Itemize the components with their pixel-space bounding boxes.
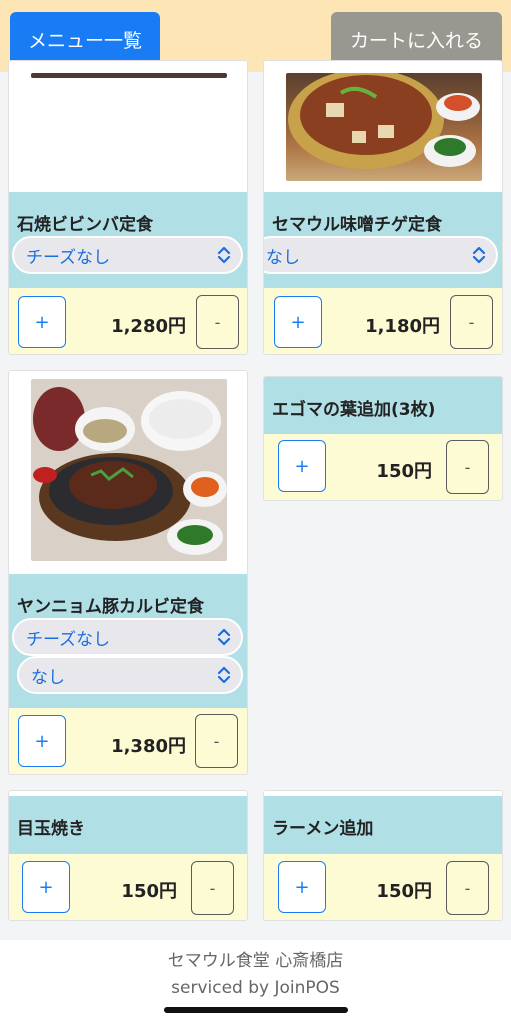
menu-list-button[interactable]: メニュー一覧 <box>10 12 160 66</box>
decrease-quantity-button[interactable]: - <box>196 295 239 349</box>
item-name-area: セマウル味噌チゲ定食 なし <box>264 192 502 288</box>
item-price: 1,380円 <box>111 736 186 757</box>
item-price: 1,280円 <box>111 316 186 337</box>
price-area: + 150円 - <box>264 854 502 920</box>
decrease-quantity-button[interactable]: - <box>446 861 489 915</box>
item-name: ヤンニョム豚カルビ定食 <box>17 597 204 617</box>
item-name-area: ヤンニョム豚カルビ定食 チーズなし なし <box>9 574 247 708</box>
chevron-up-down-icon <box>217 628 231 646</box>
chevron-up-down-icon <box>217 666 231 684</box>
chevron-up-down-icon <box>217 246 231 264</box>
decrease-quantity-button[interactable]: - <box>446 440 489 494</box>
decrease-quantity-button[interactable]: - <box>195 714 238 768</box>
item-name: 石焼ビビンバ定食 <box>17 215 153 235</box>
item-name: 目玉焼き <box>17 819 85 839</box>
menu-card-pork-galbi: ヤンニョム豚カルビ定食 チーズなし なし + 1,380円 - <box>8 370 248 775</box>
item-price: 150円 <box>376 881 432 902</box>
option-select-value: なし <box>31 667 65 688</box>
price-area: + 1,380円 - <box>9 708 247 774</box>
increase-quantity-button[interactable]: + <box>18 715 66 767</box>
item-name-area: 目玉焼き <box>9 796 247 854</box>
item-name: ラーメン追加 <box>272 819 374 839</box>
decrease-quantity-button[interactable]: - <box>450 295 493 349</box>
home-indicator <box>164 1007 348 1013</box>
menu-card-ramen: ラーメン追加 + 150円 - <box>263 790 503 921</box>
decrease-quantity-button[interactable]: - <box>191 861 234 915</box>
increase-quantity-button[interactable]: + <box>278 440 326 492</box>
menu-card-miso-jjigae: セマウル味噌チゲ定食 なし + 1,180円 - <box>263 60 503 355</box>
item-name: エゴマの葉追加(3枚) <box>272 400 436 420</box>
food-image-bibimbap <box>31 73 227 78</box>
food-image-pork-galbi <box>31 379 227 561</box>
option-select-cheese[interactable]: チーズなし <box>12 618 243 656</box>
increase-quantity-button[interactable]: + <box>278 861 326 913</box>
price-area: + 1,180円 - <box>264 288 502 354</box>
item-price: 1,180円 <box>365 316 440 337</box>
price-area: + 150円 - <box>9 854 247 920</box>
option-select[interactable]: なし <box>264 236 498 274</box>
option-select-value: チーズなし <box>26 247 111 268</box>
item-name: セマウル味噌チゲ定食 <box>272 215 442 235</box>
option-select-cheese[interactable]: チーズなし <box>12 236 243 274</box>
serviced-by: serviced by JoinPOS <box>171 978 340 998</box>
option-select-extra[interactable]: なし <box>17 656 243 694</box>
item-name-area: ラーメン追加 <box>264 796 502 854</box>
item-name-area: エゴマの葉追加(3枚) <box>264 377 502 434</box>
pork-galbi-illustration <box>33 387 227 555</box>
item-price: 150円 <box>121 881 177 902</box>
food-image-miso-jjigae <box>286 73 482 181</box>
item-name-area: 石焼ビビンバ定食 チーズなし <box>9 192 247 288</box>
menu-card-bibimbap: 石焼ビビンバ定食 チーズなし + 1,280円 - <box>8 60 248 355</box>
chevron-up-down-icon <box>472 246 486 264</box>
increase-quantity-button[interactable]: + <box>274 296 322 348</box>
miso-jjigae-illustration <box>288 73 480 169</box>
menu-card-fried-egg: 目玉焼き + 150円 - <box>8 790 248 921</box>
option-select-value: チーズなし <box>26 629 111 650</box>
price-area: + 150円 - <box>264 434 502 500</box>
option-select-value: なし <box>266 247 300 268</box>
store-name: セマウル食堂 心斎橋店 <box>167 951 344 971</box>
add-to-cart-button[interactable]: カートに入れる <box>331 12 502 66</box>
price-area: + 1,280円 - <box>9 288 247 354</box>
increase-quantity-button[interactable]: + <box>22 861 70 913</box>
increase-quantity-button[interactable]: + <box>18 296 66 348</box>
item-price: 150円 <box>376 461 432 482</box>
menu-card-perilla-leaves: エゴマの葉追加(3枚) + 150円 - <box>263 376 503 501</box>
